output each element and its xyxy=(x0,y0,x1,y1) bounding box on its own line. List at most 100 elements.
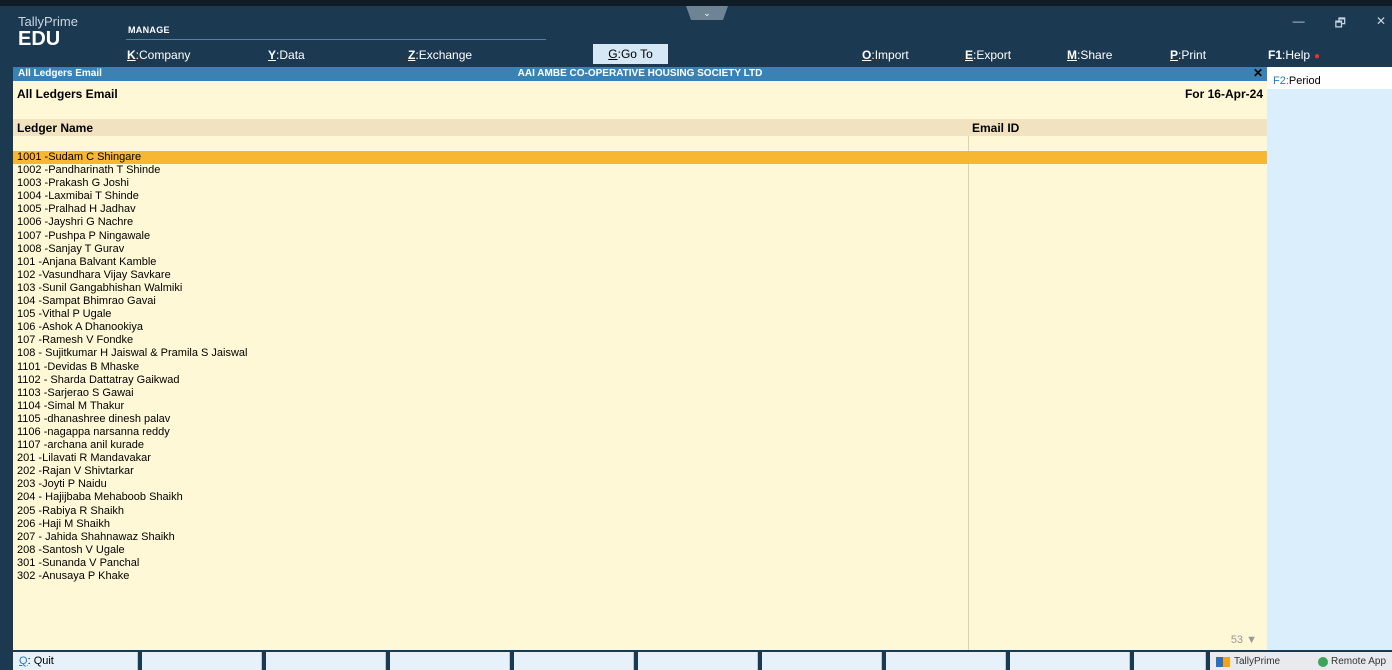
ledger-name-cell: 1004 -Laxmibai T Shinde xyxy=(17,190,139,203)
taskbar: TallyPrime Remote App xyxy=(1210,652,1392,670)
ledger-name-cell: 1101 -Devidas B Mhaske xyxy=(17,360,140,373)
table-row[interactable]: 107 -Ramesh V Fondke xyxy=(13,334,1267,347)
manage-underline xyxy=(126,39,546,40)
restore-icon[interactable]: 🗗 xyxy=(1335,14,1346,35)
close-report-icon[interactable]: ✕ xyxy=(1253,66,1263,80)
ledger-name-cell: 1003 -Prakash G Joshi xyxy=(17,177,129,190)
menu-goto-button[interactable]: G: Go To xyxy=(593,44,668,64)
ledger-name-cell: 103 -Sunil Gangabhishan Walmiki xyxy=(17,281,183,294)
table-row[interactable]: 1101 -Devidas B Mhaske xyxy=(13,361,1267,374)
menu-export[interactable]: E:Export xyxy=(965,48,1011,62)
menu-exchange[interactable]: Z:Exchange xyxy=(408,48,472,62)
bottom-button-slot[interactable] xyxy=(638,652,758,670)
table-row[interactable]: 205 -Rabiya R Shaikh xyxy=(13,505,1267,518)
ledger-name-cell: 1107 -archana anil kurade xyxy=(17,439,144,452)
ledger-list: 1001 -Sudam C Shingare 1002 -Pandharinath… xyxy=(13,151,1267,583)
column-header-ledger-name: Ledger Name xyxy=(17,121,94,135)
table-row[interactable]: 1001 -Sudam C Shingare xyxy=(13,151,1267,165)
ledger-name-cell: 1102 - Sharda Dattatray Gaikwad xyxy=(17,373,180,386)
bottom-button-slot[interactable] xyxy=(266,652,386,670)
collapse-header-chevron-icon[interactable]: ⌄ xyxy=(686,6,728,20)
ledger-name-cell: 104 -Sampat Bhimrao Gavai xyxy=(17,295,156,308)
menu-help[interactable]: F1:Help ● xyxy=(1268,48,1320,62)
menu-data[interactable]: Y:Data xyxy=(268,48,305,62)
remaining-count-indicator[interactable]: 53 ▼ xyxy=(1231,634,1257,646)
table-row[interactable]: 1102 - Sharda Dattatray Gaikwad xyxy=(13,374,1267,387)
ledger-name-cell: 207 - Jahida Shahnawaz Shaikh xyxy=(17,530,175,543)
ledger-name-cell: 208 -Santosh V Ugale xyxy=(17,543,125,556)
table-row[interactable]: 207 - Jahida Shahnawaz Shaikh xyxy=(13,531,1267,544)
table-row[interactable]: 302 -Anusaya P Khake xyxy=(13,570,1267,583)
ledger-name-cell: 1106 -nagappa narsanna reddy xyxy=(17,425,170,438)
period-button[interactable]: F2:Period xyxy=(1267,67,1392,89)
ledger-name-cell: 204 - Hajijbaba Mehaboob Shaikh xyxy=(17,491,183,504)
ledger-name-cell: 302 -Anusaya P Khake xyxy=(17,570,130,582)
ledger-name-cell: 1002 -Pandharinath T Shinde xyxy=(17,164,161,177)
table-row[interactable]: 103 -Sunil Gangabhishan Walmiki xyxy=(13,282,1267,295)
ledger-name-cell: 205 -Rabiya R Shaikh xyxy=(17,504,125,517)
menu-import[interactable]: O:Import xyxy=(862,48,909,62)
ledger-name-cell: 101 -Anjana Balvant Kamble xyxy=(17,255,157,268)
remote-app-icon xyxy=(1318,656,1328,667)
quit-button[interactable]: Q: Quit xyxy=(13,652,138,670)
ledger-name-cell: 1104 -Simal M Thakur xyxy=(17,399,125,412)
column-header-email-id: Email ID xyxy=(972,121,1020,135)
table-row[interactable]: 1104 -Simal M Thakur xyxy=(13,400,1267,413)
table-row[interactable]: 104 -Sampat Bhimrao Gavai xyxy=(13,295,1267,308)
table-row[interactable]: 1103 -Sarjerao S Gawai xyxy=(13,387,1267,400)
table-row[interactable]: 106 -Ashok A Dhanookiya xyxy=(13,321,1267,334)
ledger-name-cell: 108 - Sujitkumar H Jaiswal & Pramila S J… xyxy=(17,347,248,360)
ledger-name-cell: 1008 -Sanjay T Gurav xyxy=(17,242,125,255)
table-row[interactable]: 1007 -Pushpa P Ningawale xyxy=(13,230,1267,243)
table-row[interactable]: 1106 -nagappa narsanna reddy xyxy=(13,426,1267,439)
bottom-button-bar: Q: Quit TallyPrime Remote App xyxy=(0,650,1392,670)
table-row[interactable]: 1105 -dhanashree dinesh palav xyxy=(13,413,1267,426)
bottom-button-slot[interactable] xyxy=(1134,652,1206,670)
table-row[interactable]: 301 -Sunanda V Panchal xyxy=(13,557,1267,570)
taskbar-remote-app[interactable]: Remote App xyxy=(1318,656,1386,667)
bottom-button-slot[interactable] xyxy=(886,652,1006,670)
ledger-name-cell: 301 -Sunanda V Panchal xyxy=(17,556,140,569)
table-row[interactable]: 208 -Santosh V Ugale xyxy=(13,544,1267,557)
table-row[interactable]: 1002 -Pandharinath T Shinde xyxy=(13,164,1267,177)
table-row[interactable]: 203 -Joyti P Naidu xyxy=(13,478,1267,491)
table-row[interactable]: 108 - Sujitkumar H Jaiswal & Pramila S J… xyxy=(13,347,1267,360)
bottom-button-slot[interactable] xyxy=(514,652,634,670)
table-row[interactable]: 1107 -archana anil kurade xyxy=(13,439,1267,452)
table-row[interactable]: 101 -Anjana Balvant Kamble xyxy=(13,256,1267,269)
menu-print[interactable]: P:Print xyxy=(1170,48,1206,62)
close-window-icon[interactable]: ✕ xyxy=(1376,14,1386,35)
window-top-edge xyxy=(0,0,1392,6)
ledger-name-cell: 203 -Joyti P Naidu xyxy=(17,478,107,491)
report-period: For 16-Apr-24 xyxy=(1184,87,1263,101)
ledger-name-cell: 1007 -Pushpa P Ningawale xyxy=(17,229,151,242)
table-row[interactable]: 201 -Lilavati R Mandavakar xyxy=(13,452,1267,465)
notification-dot-icon: ● xyxy=(1314,51,1321,62)
ledger-name-cell: 201 -Lilavati R Mandavakar xyxy=(17,452,151,465)
product-name: TallyPrime xyxy=(18,14,78,29)
table-row[interactable]: 206 -Haji M Shaikh xyxy=(13,518,1267,531)
company-name: AAI AMBE CO-OPERATIVE HOUSING SOCIETY LT… xyxy=(517,68,763,79)
table-row[interactable]: 1008 -Sanjay T Gurav xyxy=(13,243,1267,256)
bottom-button-slot[interactable] xyxy=(762,652,882,670)
table-row[interactable]: 1006 -Jayshri G Nachre xyxy=(13,216,1267,229)
bottom-button-slot[interactable] xyxy=(1010,652,1130,670)
table-row[interactable]: 202 -Rajan V Shivtarkar xyxy=(13,465,1267,478)
ledger-name-cell: 107 -Ramesh V Fondke xyxy=(17,334,134,347)
table-row[interactable]: 105 -Vithal P Ugale xyxy=(13,308,1267,321)
taskbar-tallyprime[interactable]: TallyPrime xyxy=(1216,656,1280,667)
ledger-name-cell: 1005 -Pralhad H Jadhav xyxy=(17,203,136,216)
table-row[interactable]: 102 -Vasundhara Vijay Savkare xyxy=(13,269,1267,282)
table-row[interactable]: 1003 -Prakash G Joshi xyxy=(13,177,1267,190)
top-header: TallyPrime EDU MANAGE ⌄ K:Company Y:Data… xyxy=(0,0,1392,67)
table-row[interactable]: 1004 -Laxmibai T Shinde xyxy=(13,190,1267,203)
bottom-button-slot[interactable] xyxy=(390,652,510,670)
minimize-icon[interactable]: — xyxy=(1293,14,1305,35)
ledger-name-cell: 1103 -Sarjerao S Gawai xyxy=(17,386,134,399)
table-row[interactable]: 204 - Hajijbaba Mehaboob Shaikh xyxy=(13,491,1267,504)
table-row[interactable]: 1005 -Pralhad H Jadhav xyxy=(13,203,1267,216)
bottom-button-slot[interactable] xyxy=(142,652,262,670)
menu-share[interactable]: M:Share xyxy=(1067,48,1112,62)
tallyprime-icon xyxy=(1216,656,1230,667)
menu-company[interactable]: K:Company xyxy=(127,48,190,62)
